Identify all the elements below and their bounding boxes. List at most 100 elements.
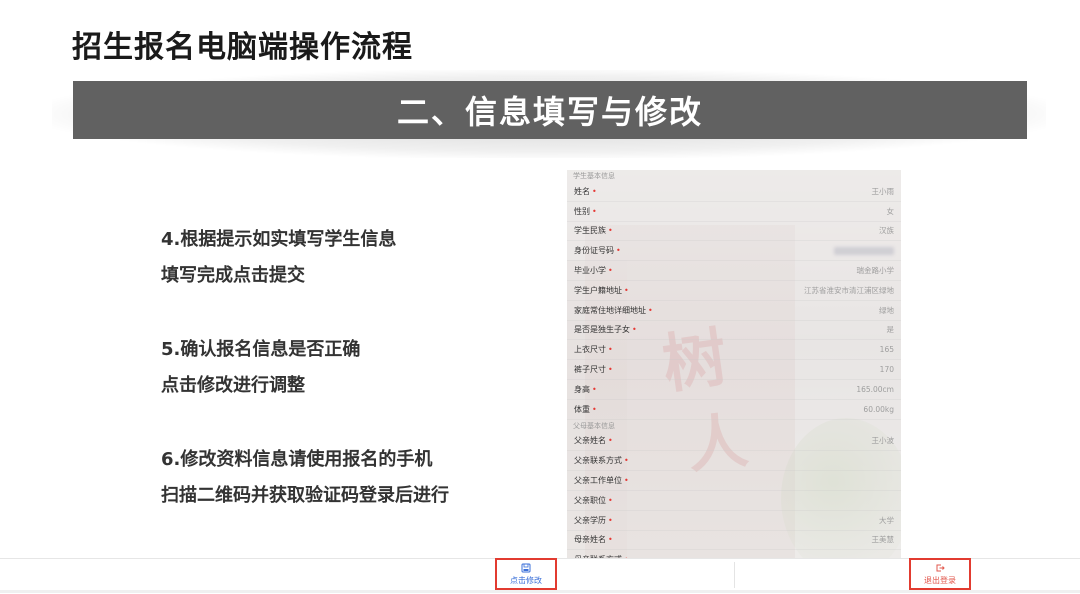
form-row: 母亲姓名 • 王美慧 [567,531,901,551]
required-marker: • [592,206,597,216]
step-6-line-1: 6.修改资料信息请使用报名的手机 [161,449,433,470]
form-row-label-text: 体重 [574,404,590,414]
step-4: 4.根据提示如实填写学生信息 填写完成点击提交 [161,222,541,294]
banner-text: 二、信息填写与修改 [396,93,703,131]
form-row-label-text: 父亲学历 [574,515,606,525]
required-marker: • [624,476,629,486]
student-section-header: 学生基本信息 [573,172,615,180]
form-row-label: 身份证号码 • [574,245,621,256]
form-row: 父亲工作单位 • [567,471,901,491]
form-row: 父亲学历 • 大学 [567,511,901,531]
form-row-label: 学生户籍地址 • [574,285,629,296]
form-row-value: 是 [886,325,895,335]
form-row-label-text: 母亲姓名 [574,535,606,545]
parent-rows: 父亲姓名 • 王小波 父亲联系方式 • 父亲工作单位 • 父亲职位 • 父亲学历 • 大学 母亲姓名 • 王… [567,432,901,558]
required-marker: • [624,285,629,295]
edit-button-label: 点击修改 [510,575,542,585]
form-row: 父亲联系方式 • [567,451,901,472]
form-row-label-text: 裤子尺寸 [574,365,606,375]
slide-title: 招生报名电脑端操作流程 [72,30,413,65]
step-5: 5.确认报名信息是否正确 点击修改进行调整 [161,332,541,404]
edit-button[interactable]: 点击修改 [495,558,557,590]
section-banner: 二、信息填写与修改 [73,81,1027,139]
logout-icon [936,564,945,571]
required-marker: • [608,365,613,375]
form-row-value: 165.00cm [856,384,894,394]
required-marker: • [592,404,597,414]
parent-section-header: 父母基本信息 [573,421,615,430]
step-6: 6.修改资料信息请使用报名的手机 扫描二维码并获取验证码登录后进行 [161,442,541,514]
form-row: 性别 • 女 [567,202,901,222]
form-row: 毕业小学 • 瑞金路小学 [567,261,901,281]
form-row-label-text: 毕业小学 [574,266,606,276]
form-row-label: 父亲工作单位 • [574,475,629,486]
step-4-line-1: 4.根据提示如实填写学生信息 [161,229,397,250]
step-6-line-2: 扫描二维码并获取验证码登录后进行 [161,485,449,506]
form-row-value: 王小雨 [871,186,895,196]
form-row: 母亲联系方式• [567,550,901,558]
phone-screenshot: 树 人 学生基本信息 姓名•王小雨性别•女学生民族•汉族身份证号码•毕业小学•瑞… [567,170,901,558]
form-row-label: 体重 • [574,404,597,415]
form-row-label: 是否是独生子女 • [574,324,637,335]
form-row-label-text: 学生民族 [574,226,606,236]
form-row: 是否是独生子女 • 是 [567,321,901,341]
form-row-value: 王小波 [871,436,895,446]
form-row-value: 王美慧 [871,535,895,545]
form-row-label-text: 姓名 [574,186,590,196]
form-row-value: 60.00kg [863,404,894,414]
required-marker: • [616,246,621,256]
form-row-label: 家庭常住地详细地址 • [574,305,653,316]
required-marker: • [632,325,637,335]
form-row-label-text: 父亲联系方式 [574,456,622,466]
form-row-label-text: 父亲职位 [574,495,606,505]
form-row-value: 170 [879,365,894,375]
logout-button[interactable]: 退出登录 [909,558,971,590]
form-row: 学生民族 • 汉族 [567,222,901,242]
required-marker: • [608,535,613,545]
step-5-line-2: 点击修改进行调整 [161,375,305,396]
form-row: 上衣尺寸 • 165 [567,340,901,361]
form-row: 身份证号码 • [567,241,901,262]
required-marker: • [608,266,613,276]
form-row-label-text: 父亲姓名 [574,436,606,446]
form-row-label: 父亲学历 • [574,515,613,526]
form-row-label: 上衣尺寸 • [574,344,613,355]
form-row: 身高 • 165.00cm [567,380,901,400]
step-5-line-1: 5.确认报名信息是否正确 [161,339,361,360]
form-row-value: 绿地 [879,305,894,315]
logout-button-label: 退出登录 [924,575,956,585]
form-row: 裤子尺寸 • 170 [567,360,901,380]
form-row-value: 江苏省淮安市清江浦区绿地 [804,285,894,295]
form-row-value: 女 [886,206,895,216]
form-row-value: 汉族 [879,226,894,236]
form-row-label-text: 身高 [574,384,590,394]
form-row-label-text: 上衣尺寸 [574,345,606,355]
form-row-value: 大学 [879,515,894,525]
form-row-label: 身高 • [574,384,597,395]
form-row-label-text: 身份证号码 [574,246,614,256]
form-row-label: 性别 • [574,206,597,217]
form-row: 家庭常住地详细地址 • 绿地 [567,301,901,321]
registration-form: 学生基本信息 姓名 • 王小雨 性别 • 女学生民族 • 汉族 身份证号码 • 毕业小学 • 瑞金路小学… [567,170,901,558]
form-row-label: 裤子尺寸 • [574,364,613,375]
required-marker: • [592,186,597,196]
form-row-label-text: 学生户籍地址 [574,285,622,295]
form-row-value [834,246,894,255]
required-marker: • [608,495,613,505]
instruction-steps: 4.根据提示如实填写学生信息 填写完成点击提交 5.确认报名信息是否正确 点击修… [161,222,541,552]
form-row-label: 父亲联系方式 • [574,455,629,466]
form-row: 姓名 • 王小雨 [567,182,901,202]
required-marker: • [608,226,613,236]
required-marker: • [608,436,613,446]
required-marker: • [608,515,613,525]
form-row: 父亲姓名 • 王小波 [567,432,901,452]
form-row-label-text: 父亲工作单位 [574,476,622,486]
required-marker: • [608,345,613,355]
form-row-label: 父亲职位 • [574,495,613,506]
form-row-label: 姓名 • [574,186,597,197]
form-row-label-text: 性别 [574,206,590,216]
form-row-label-text: 是否是独生子女 [574,325,630,335]
form-row: 学生户籍地址 • 江苏省淮安市清江浦区绿地 [567,281,901,301]
form-row: 体重 • 60.00kg [567,400,901,420]
form-row: 父亲职位 • [567,491,901,511]
